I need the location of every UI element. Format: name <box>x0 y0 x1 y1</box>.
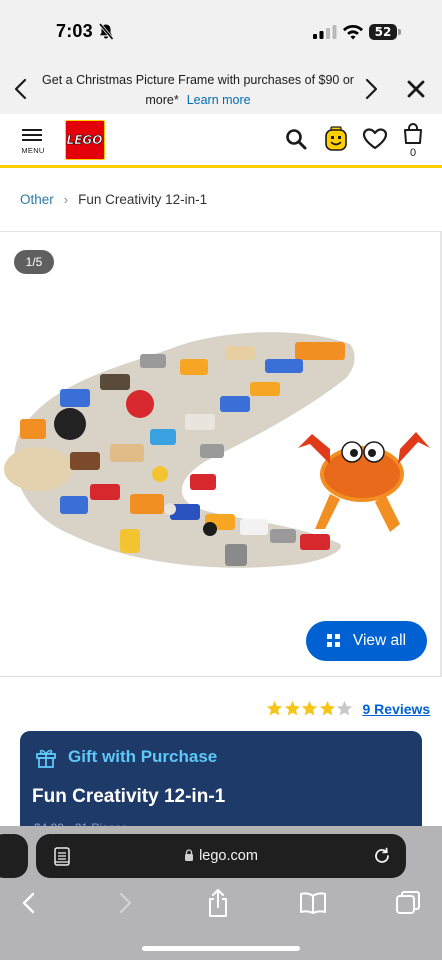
wifi-icon <box>343 25 363 40</box>
star-empty-icon <box>336 700 353 716</box>
star-icon <box>266 700 283 716</box>
bell-slash-icon <box>98 23 114 41</box>
product-gallery[interactable]: 1/5 View all <box>0 231 442 677</box>
address-url[interactable]: lego.com <box>36 834 406 878</box>
star-icon <box>284 700 300 716</box>
heart-icon[interactable] <box>362 127 388 151</box>
product-image[interactable] <box>0 324 442 594</box>
product-rating: 9 Reviews <box>266 700 430 717</box>
lock-icon <box>185 849 194 861</box>
previous-tab-edge[interactable] <box>0 834 28 878</box>
bookmarks-icon[interactable] <box>299 891 327 915</box>
address-text: lego.com <box>199 848 258 864</box>
chevron-right-icon: › <box>63 192 69 207</box>
menu-label: MENU <box>21 146 45 155</box>
star-icon <box>301 700 318 716</box>
gift-product-name: Fun Creativity 12-in-1 <box>32 786 226 807</box>
gift-title: Gift with Purchase <box>68 747 218 766</box>
vip-minifig-icon[interactable] <box>323 125 349 153</box>
breadcrumb: Other › Fun Creativity 12-in-1 <box>20 192 207 207</box>
view-all-button[interactable]: View all <box>306 621 427 661</box>
share-icon[interactable] <box>206 888 230 918</box>
back-icon[interactable] <box>18 891 40 915</box>
lego-logo-mark: LEGO <box>66 133 103 148</box>
tabs-icon[interactable] <box>395 890 421 916</box>
crab-model <box>298 432 430 532</box>
breadcrumb-current: Fun Creativity 12-in-1 <box>78 192 208 207</box>
promo-message: Get a Christmas Picture Frame with purch… <box>40 70 356 110</box>
close-icon[interactable] <box>404 76 428 102</box>
learn-more-link[interactable]: Learn more <box>187 93 251 107</box>
gift-with-purchase-card[interactable]: Gift with Purchase Fun Creativity 12-in-… <box>20 731 422 841</box>
status-bar: 7:03 52 <box>0 0 442 64</box>
chevron-left-icon[interactable] <box>10 76 34 102</box>
grid-icon <box>326 634 340 647</box>
shopping-bag-icon <box>404 123 422 144</box>
gift-icon <box>36 749 56 768</box>
breadcrumb-other[interactable]: Other <box>20 192 54 207</box>
chevron-right-icon[interactable] <box>358 76 382 102</box>
battery-icon: 52 <box>369 24 401 40</box>
battery-level: 52 <box>374 25 392 39</box>
site-header: MENU LEGO 0 <box>0 114 442 168</box>
lego-logo[interactable]: LEGO <box>65 120 105 160</box>
cellular-signal-icon <box>313 25 337 39</box>
logo-text: LEGO <box>67 133 103 147</box>
image-counter: 1/5 <box>14 250 54 274</box>
menu-icon <box>22 129 42 141</box>
bag-count: 0 <box>409 147 417 159</box>
view-all-label: View all <box>352 632 407 649</box>
browser-toolbar: lego.com <box>0 826 442 960</box>
promo-banner: Get a Christmas Picture Frame with purch… <box>0 64 442 114</box>
star-rating <box>266 700 354 717</box>
star-icon <box>319 700 335 716</box>
address-bar[interactable]: lego.com <box>36 834 406 878</box>
forward-icon[interactable] <box>114 891 136 915</box>
home-indicator <box>142 946 300 951</box>
search-icon[interactable] <box>284 127 308 151</box>
status-time: 7:03 <box>56 21 93 41</box>
reviews-link[interactable]: 9 Reviews <box>363 701 431 717</box>
menu-button[interactable]: MENU <box>16 124 50 160</box>
shopping-bag-button[interactable]: 0 <box>401 123 425 163</box>
reload-icon[interactable] <box>372 846 392 866</box>
